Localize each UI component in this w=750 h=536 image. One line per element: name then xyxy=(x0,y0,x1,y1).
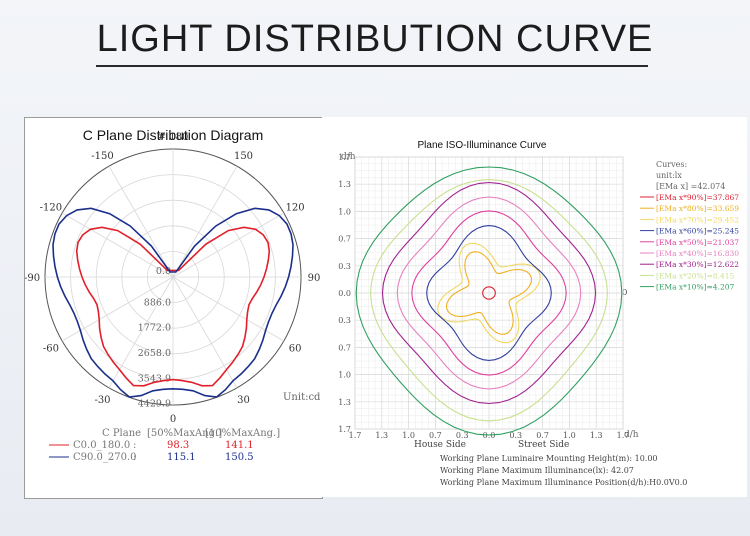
iso-y-tick: 0.0 xyxy=(338,289,351,298)
iso-street-side: Street Side xyxy=(518,440,569,450)
iso-legend-label: [EMa x*40%]=16.830 xyxy=(656,249,739,258)
polar-angle-label: -30 xyxy=(94,395,110,406)
iso-grid xyxy=(354,156,624,430)
polar-angle-label: 150 xyxy=(234,151,253,162)
iso-legend-unit: unit:lx xyxy=(656,171,682,180)
iso-legend-items: [EMa x*90%]=37.867 [EMa x*80%]=33.659 [EMa… xyxy=(640,193,739,292)
polar-angle-label: 30 xyxy=(237,395,250,406)
polar-angle-label: # 180 xyxy=(158,132,189,143)
iso-y-tick: 1.0 xyxy=(338,371,351,380)
polar-radial-tick: 886.0 xyxy=(144,297,171,308)
iso-chart-svg: Plane ISO-Illuminance Curve d/h d/h Hous… xyxy=(338,140,739,487)
iso-y-tick: 1.3 xyxy=(338,398,351,407)
polar-angle-label: 0 xyxy=(170,414,176,425)
legend-name-c0: C0.0_180.0 xyxy=(73,440,130,451)
polar-angle-label: -120 xyxy=(40,203,62,214)
legend-ang50-c0: 98.3 xyxy=(167,440,189,451)
legend-ang50-c90: 115.1 xyxy=(167,452,196,463)
legend-colon-c0: : xyxy=(133,440,136,451)
iso-x-tick: 1.7 xyxy=(617,431,630,440)
iso-legend-label: [EMa x*50%]=21.037 xyxy=(656,238,739,247)
iso-legend-label: [EMa x*70%]=29.452 xyxy=(656,215,739,224)
iso-house-side: House Side xyxy=(414,440,466,450)
legend-name-c90: C90.0_270.0 xyxy=(73,452,137,463)
polar-chart-panel: C Plane Distribution Diagram Unit:cd C P… xyxy=(24,117,323,499)
iso-x-tick: 0.3 xyxy=(456,431,469,440)
polar-spoke xyxy=(172,276,238,389)
banner-underline xyxy=(96,65,648,67)
iso-legend-label: [EMa x*90%]=37.867 xyxy=(656,193,739,202)
iso-legend-header: Curves: xyxy=(656,160,687,169)
polar-angle-label: 90 xyxy=(308,273,321,284)
polar-angle-label: 60 xyxy=(289,344,302,355)
banner-title: LIGHT DISTRIBUTION CURVE xyxy=(96,18,654,60)
iso-x-tick: 0.7 xyxy=(429,431,442,440)
iso-y-tick: 0.3 xyxy=(338,262,351,271)
polar-spoke xyxy=(172,165,238,278)
iso-x-tick: 1.0 xyxy=(563,431,576,440)
polar-angle-label: 120 xyxy=(286,203,305,214)
polar-spoke xyxy=(172,276,285,342)
polar-radial-tick: 1772.0 xyxy=(138,323,171,334)
iso-chart-title: Plane ISO-Illuminance Curve xyxy=(418,140,547,151)
iso-y-tick: 1.3 xyxy=(338,180,351,189)
iso-x-tick: 1.3 xyxy=(375,431,388,440)
polar-grid xyxy=(44,148,302,406)
iso-y-tick: 0.7 xyxy=(338,343,351,352)
iso-x-tick: 1.3 xyxy=(590,431,603,440)
iso-x-tick: 1.0 xyxy=(402,431,415,440)
iso-y-tick: 1.0 xyxy=(338,207,351,216)
polar-chart-svg: C Plane Distribution Diagram Unit:cd C P… xyxy=(25,127,321,463)
iso-y-tick: 0.3 xyxy=(338,316,351,325)
iso-legend-max: [EMa x] =42.074 xyxy=(656,182,725,191)
iso-y-tick: 1.7 xyxy=(338,425,351,434)
iso-legend-label: [EMa x*10%]=4.207 xyxy=(656,283,734,292)
iso-info-height: Working Plane Luminaire Mounting Height(… xyxy=(440,454,658,463)
polar-radial-tick: 4429.9 xyxy=(138,399,171,410)
iso-info-pos: Working Plane Maximum Illuminance Positi… xyxy=(440,478,687,487)
legend-colon-c90: : xyxy=(133,452,136,463)
iso-legend-label: [EMa x*60%]=25.245 xyxy=(656,227,739,236)
iso-x-tick: 0.3 xyxy=(509,431,522,440)
legend-header-plane: C Plane xyxy=(102,428,141,439)
legend-ang10-c0: 141.1 xyxy=(225,440,254,451)
polar-angle-label: -150 xyxy=(91,151,113,162)
iso-legend-label: [EMa x*20%]=8.415 xyxy=(656,271,734,280)
iso-y-tick: 0.7 xyxy=(338,235,351,244)
iso-x-tick: 0.7 xyxy=(536,431,549,440)
polar-spoke xyxy=(108,165,174,278)
iso-chart-panel: Plane ISO-Illuminance Curve d/h d/h Hous… xyxy=(322,117,747,497)
polar-angle-label: -60 xyxy=(43,344,59,355)
polar-angle-label: -90 xyxy=(25,273,40,284)
iso-legend-label: [EMa x*80%]=33.659 xyxy=(656,204,739,213)
legend-ang10-c90: 150.5 xyxy=(225,452,254,463)
iso-legend-label: [EMa x*30%]=12.622 xyxy=(656,260,739,269)
legend-header-10: [10%MaxAng.] xyxy=(205,428,280,439)
polar-radial-tick: 2658.0 xyxy=(138,348,171,359)
iso-y-tick: 1.7 xyxy=(338,153,351,162)
polar-unit-label: Unit:cd xyxy=(283,392,321,403)
iso-info-max: Working Plane Maximum Illuminance(lx): 4… xyxy=(440,466,634,475)
